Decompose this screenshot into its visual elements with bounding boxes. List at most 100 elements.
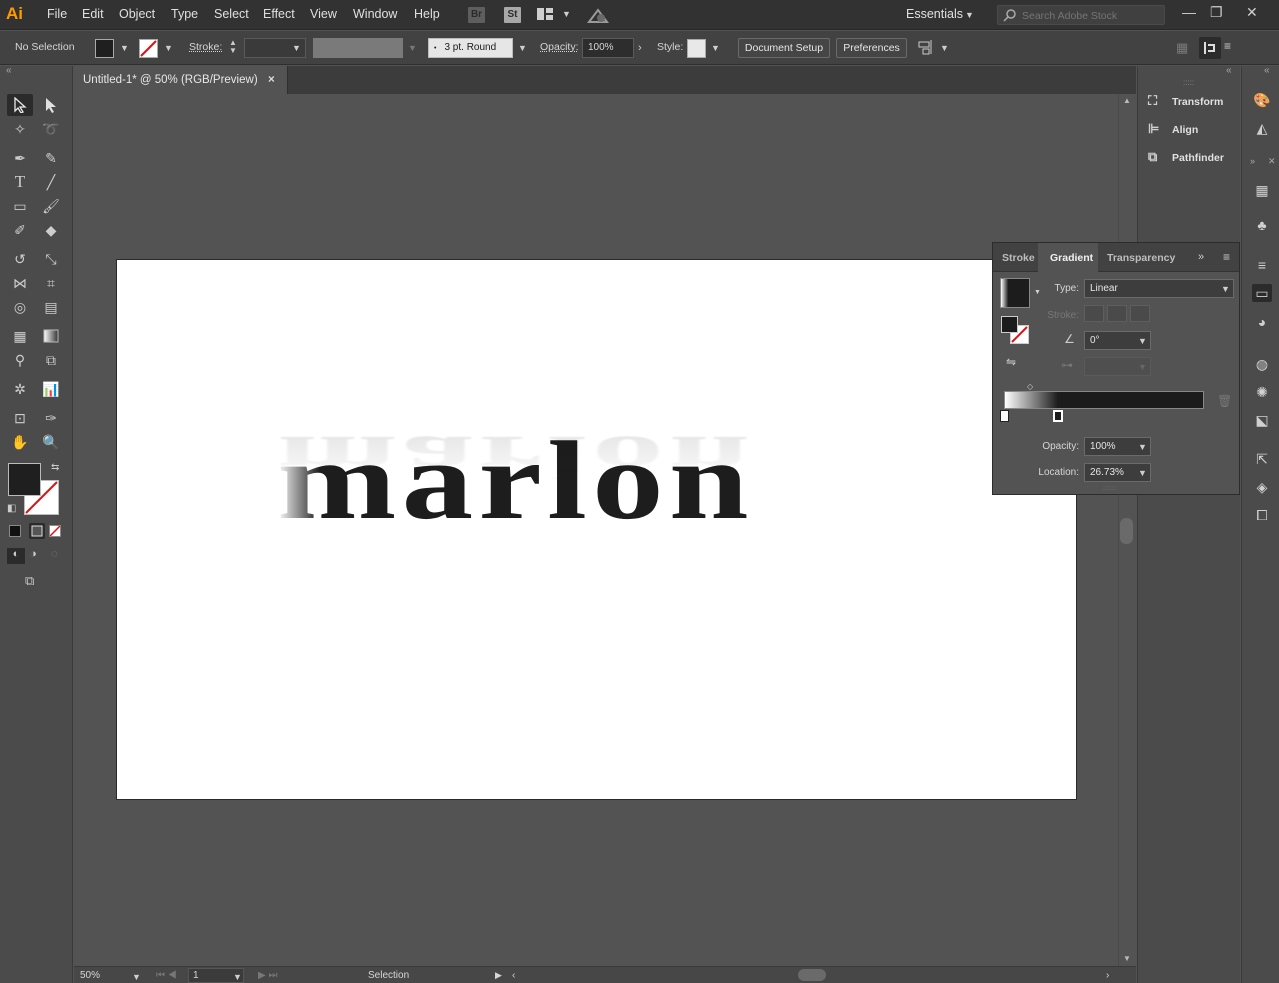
workspace-switcher[interactable]: Essentials — [906, 7, 963, 21]
chevron-down-icon[interactable]: ▼ — [965, 10, 974, 20]
gpu-performance-icon[interactable] — [587, 6, 609, 27]
expand-icon[interactable]: « — [1226, 65, 1232, 76]
menu-icon[interactable]: ≡ — [1224, 39, 1231, 53]
gradient-icon[interactable]: ▭ — [1252, 284, 1272, 302]
color-guide-icon[interactable]: 🎨 — [1252, 91, 1272, 109]
gradient-stop-white[interactable] — [1000, 410, 1009, 422]
slice-tool-icon[interactable]: ✑ — [38, 407, 64, 429]
brush-definition[interactable]: • 3 pt. Round — [428, 38, 513, 58]
bridge-button[interactable]: Br — [468, 7, 485, 23]
scroll-right-icon[interactable]: › — [1106, 970, 1109, 981]
symbols-icon[interactable]: ♣ — [1252, 216, 1272, 234]
menu-type[interactable]: Type — [171, 7, 198, 21]
selection-tool-icon[interactable] — [7, 94, 33, 116]
chevron-down-icon[interactable]: ▼ — [292, 43, 301, 53]
vertical-scroll-thumb[interactable] — [1120, 518, 1133, 544]
appearance-icon[interactable]: ◍ — [1252, 355, 1272, 373]
direct-selection-tool-icon[interactable] — [38, 94, 64, 116]
pen-tool-icon[interactable]: ✒ — [7, 147, 33, 169]
resize-grip[interactable]: :::::::: — [1103, 486, 1116, 492]
layers-icon[interactable]: ◈ — [1252, 478, 1272, 496]
lasso-tool-icon[interactable]: ➰ — [38, 118, 64, 140]
collapse-icon[interactable]: « — [6, 65, 12, 76]
blend-tool-icon[interactable]: ⧉ — [38, 349, 64, 371]
rectangle-tool-icon[interactable]: ▭ — [7, 195, 33, 217]
chevron-down-icon[interactable]: ▼ — [940, 43, 949, 53]
aspect-ratio-field[interactable]: ▼ — [1084, 357, 1151, 376]
menu-select[interactable]: Select — [214, 7, 249, 21]
minimize-icon[interactable]: — — [1182, 4, 1196, 20]
opacity-label[interactable]: Opacity: — [540, 41, 579, 53]
shaper-tool-icon[interactable]: ✐ — [7, 219, 33, 241]
draw-inside-icon[interactable]: ◌ — [51, 548, 58, 560]
close-icon[interactable]: ✕ — [1246, 4, 1258, 21]
fill-active-icon[interactable] — [1001, 316, 1018, 333]
stroke-across-icon[interactable] — [1130, 305, 1150, 322]
chevron-right-icon[interactable]: › — [638, 42, 642, 54]
chevron-down-icon[interactable]: ▼ — [518, 43, 527, 53]
chevron-down-icon[interactable]: ▼ — [120, 43, 129, 53]
screen-mode-icon[interactable]: ⧉ — [25, 573, 34, 589]
zoom-level[interactable]: 50% — [80, 970, 100, 981]
grid-icon[interactable]: ▦ — [1176, 40, 1188, 56]
chevron-down-icon[interactable]: ▼ — [233, 972, 242, 982]
artboards-icon[interactable]: ⧠ — [1252, 506, 1272, 524]
reverse-gradient-icon[interactable]: ⇋ — [1006, 355, 1016, 369]
gradient-preview-swatch[interactable] — [1000, 278, 1030, 308]
stock-search[interactable] — [997, 5, 1165, 25]
first-artboard-icon[interactable]: ⏮ ◀ — [156, 970, 177, 981]
panel-menu-icon[interactable]: ≡ — [1223, 250, 1230, 264]
stroke-along-icon[interactable] — [1107, 305, 1127, 322]
chevron-down-icon[interactable]: ▼ — [132, 972, 141, 982]
gradient-type-select[interactable]: Linear ▼ — [1084, 279, 1234, 298]
close-tab-icon[interactable]: × — [268, 74, 275, 86]
scroll-left-icon[interactable]: ‹ — [512, 970, 515, 981]
delete-stop-icon[interactable]: 🗑 — [1217, 394, 1232, 408]
chevron-down-icon[interactable]: ▼ — [562, 9, 571, 19]
document-tab[interactable]: Untitled-1* @ 50% (RGB/Preview) × — [74, 66, 288, 94]
variable-width-profile[interactable] — [313, 38, 403, 58]
eraser-tool-icon[interactable]: ◆ — [38, 219, 64, 241]
type-tool-icon[interactable]: T — [7, 171, 33, 193]
graphic-style-swatch[interactable] — [687, 39, 706, 58]
gradient-stop-black[interactable] — [1053, 410, 1063, 422]
graphic-styles-icon[interactable]: ✺ — [1252, 383, 1272, 401]
menu-window[interactable]: Window — [353, 7, 397, 21]
tab-gradient[interactable]: Gradient — [1050, 252, 1093, 264]
arrange-documents-icon[interactable] — [537, 7, 553, 21]
preferences-button[interactable]: Preferences — [836, 38, 907, 58]
align-panel-item[interactable]: ⊫ Align — [1148, 121, 1198, 137]
opacity-field[interactable]: 100% ▼ — [1084, 437, 1151, 456]
transform-panel-item[interactable]: ⛶ Transform — [1148, 93, 1223, 109]
stroke-swatch[interactable] — [139, 39, 158, 58]
transparency-icon[interactable]: ◕ — [1252, 313, 1272, 331]
curvature-tool-icon[interactable]: ✎ — [38, 147, 64, 169]
column-graph-tool-icon[interactable]: 📊 — [38, 378, 64, 400]
scale-tool-icon[interactable]: ⤡ — [38, 248, 64, 270]
angle-field[interactable]: 0° ▼ — [1084, 331, 1151, 350]
document-setup-button[interactable]: Document Setup — [738, 38, 830, 58]
search-input[interactable] — [1022, 8, 1162, 23]
draw-behind-icon[interactable]: ◑ — [30, 548, 37, 560]
location-field[interactable]: 26.73% ▼ — [1084, 463, 1151, 482]
color-icon[interactable]: ◭ — [1252, 119, 1272, 137]
menu-effect[interactable]: Effect — [263, 7, 295, 21]
stroke-icon[interactable]: ≡ — [1252, 256, 1272, 274]
stroke-weight-stepper[interactable]: ▲ ▼ — [229, 39, 241, 57]
export-icon[interactable]: ⬕ — [1252, 411, 1272, 429]
swap-fill-stroke-icon[interactable]: ⇆ — [51, 462, 59, 473]
menu-file[interactable]: File — [47, 7, 67, 21]
opacity-field[interactable]: 100% — [582, 38, 634, 58]
gradient-mode-icon[interactable] — [29, 523, 45, 539]
menu-help[interactable]: Help — [414, 7, 440, 21]
tab-stroke[interactable]: Stroke — [1002, 252, 1035, 264]
mesh-tool-icon[interactable]: ▦ — [7, 325, 33, 347]
expand-icon[interactable]: « — [1264, 65, 1270, 76]
menu-edit[interactable]: Edit — [82, 7, 104, 21]
align-menu-icon[interactable] — [917, 39, 935, 58]
gradient-slider[interactable] — [1004, 391, 1204, 409]
stroke-within-icon[interactable] — [1084, 305, 1104, 322]
horizontal-scroll-thumb[interactable] — [798, 969, 826, 981]
magic-wand-tool-icon[interactable]: ✧ — [7, 118, 33, 140]
scroll-up-icon[interactable]: ▲ — [1123, 96, 1131, 105]
